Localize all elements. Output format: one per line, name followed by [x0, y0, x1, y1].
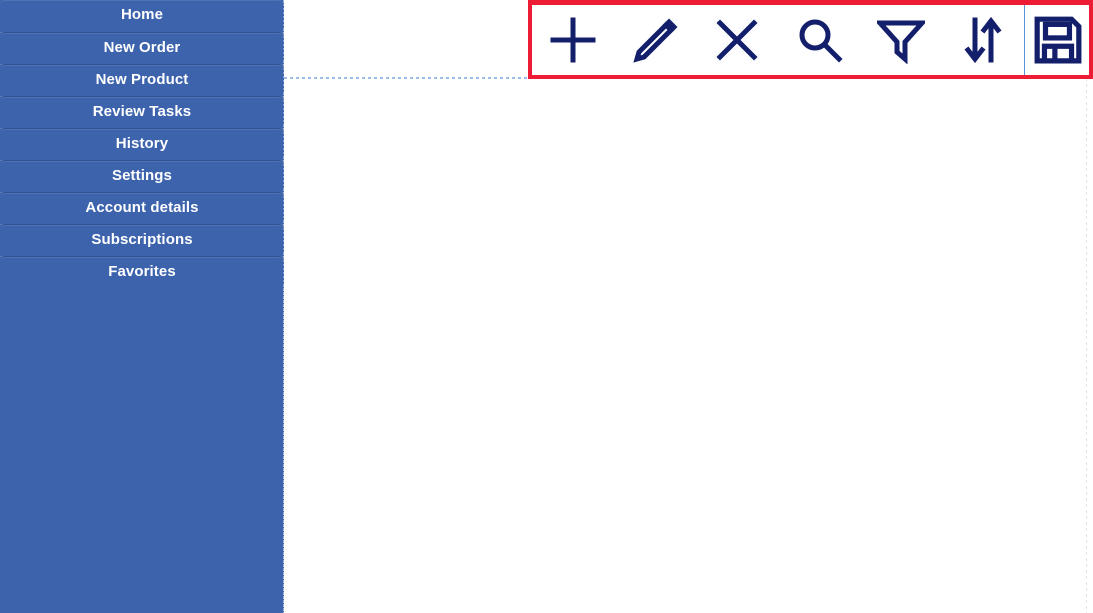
sidebar-item-subscriptions[interactable]: Subscriptions [0, 224, 284, 257]
close-icon [713, 16, 761, 64]
sidebar-item-new-product[interactable]: New Product [0, 64, 284, 97]
header-divider [284, 77, 530, 79]
sidebar-item-review-tasks[interactable]: Review Tasks [0, 96, 284, 129]
app-window: Home New Order New Product Review Tasks … [0, 0, 1093, 613]
filter-icon [877, 16, 925, 64]
sidebar-item-history[interactable]: History [0, 128, 284, 161]
save-icon [1033, 15, 1083, 65]
sidebar-item-new-order[interactable]: New Order [0, 32, 284, 65]
sort-icon [959, 16, 1007, 64]
sidebar-item-account-details[interactable]: Account details [0, 192, 284, 225]
sidebar-item-label: Favorites [108, 263, 176, 280]
right-edge-guide [1086, 0, 1087, 613]
save-button[interactable] [1024, 5, 1090, 75]
add-button[interactable] [532, 5, 614, 75]
sidebar-item-label: Review Tasks [92, 103, 192, 120]
toolbar [532, 5, 1089, 75]
sidebar-item-favorites[interactable]: Favorites [0, 256, 284, 288]
pencil-icon [631, 16, 679, 64]
sidebar-item-label: New Product [95, 71, 189, 88]
toolbar-highlight-box [528, 0, 1093, 79]
filter-button[interactable] [860, 5, 942, 75]
search-icon [795, 16, 843, 64]
edit-button[interactable] [614, 5, 696, 75]
sort-button[interactable] [942, 5, 1024, 75]
sidebar: Home New Order New Product Review Tasks … [0, 0, 284, 613]
sidebar-item-label: Home [120, 6, 164, 23]
search-button[interactable] [778, 5, 860, 75]
sidebar-item-label: Account details [85, 199, 199, 216]
sidebar-nav: Home New Order New Product Review Tasks … [0, 0, 284, 288]
main-content-area [284, 0, 1093, 613]
sidebar-item-label: Settings [112, 167, 172, 184]
plus-icon [549, 16, 597, 64]
sidebar-item-home[interactable]: Home [0, 0, 284, 33]
sidebar-item-settings[interactable]: Settings [0, 160, 284, 193]
sidebar-item-label: Subscriptions [91, 231, 193, 248]
delete-button[interactable] [696, 5, 778, 75]
sidebar-item-label: History [115, 135, 169, 152]
sidebar-item-label: New Order [103, 39, 181, 56]
